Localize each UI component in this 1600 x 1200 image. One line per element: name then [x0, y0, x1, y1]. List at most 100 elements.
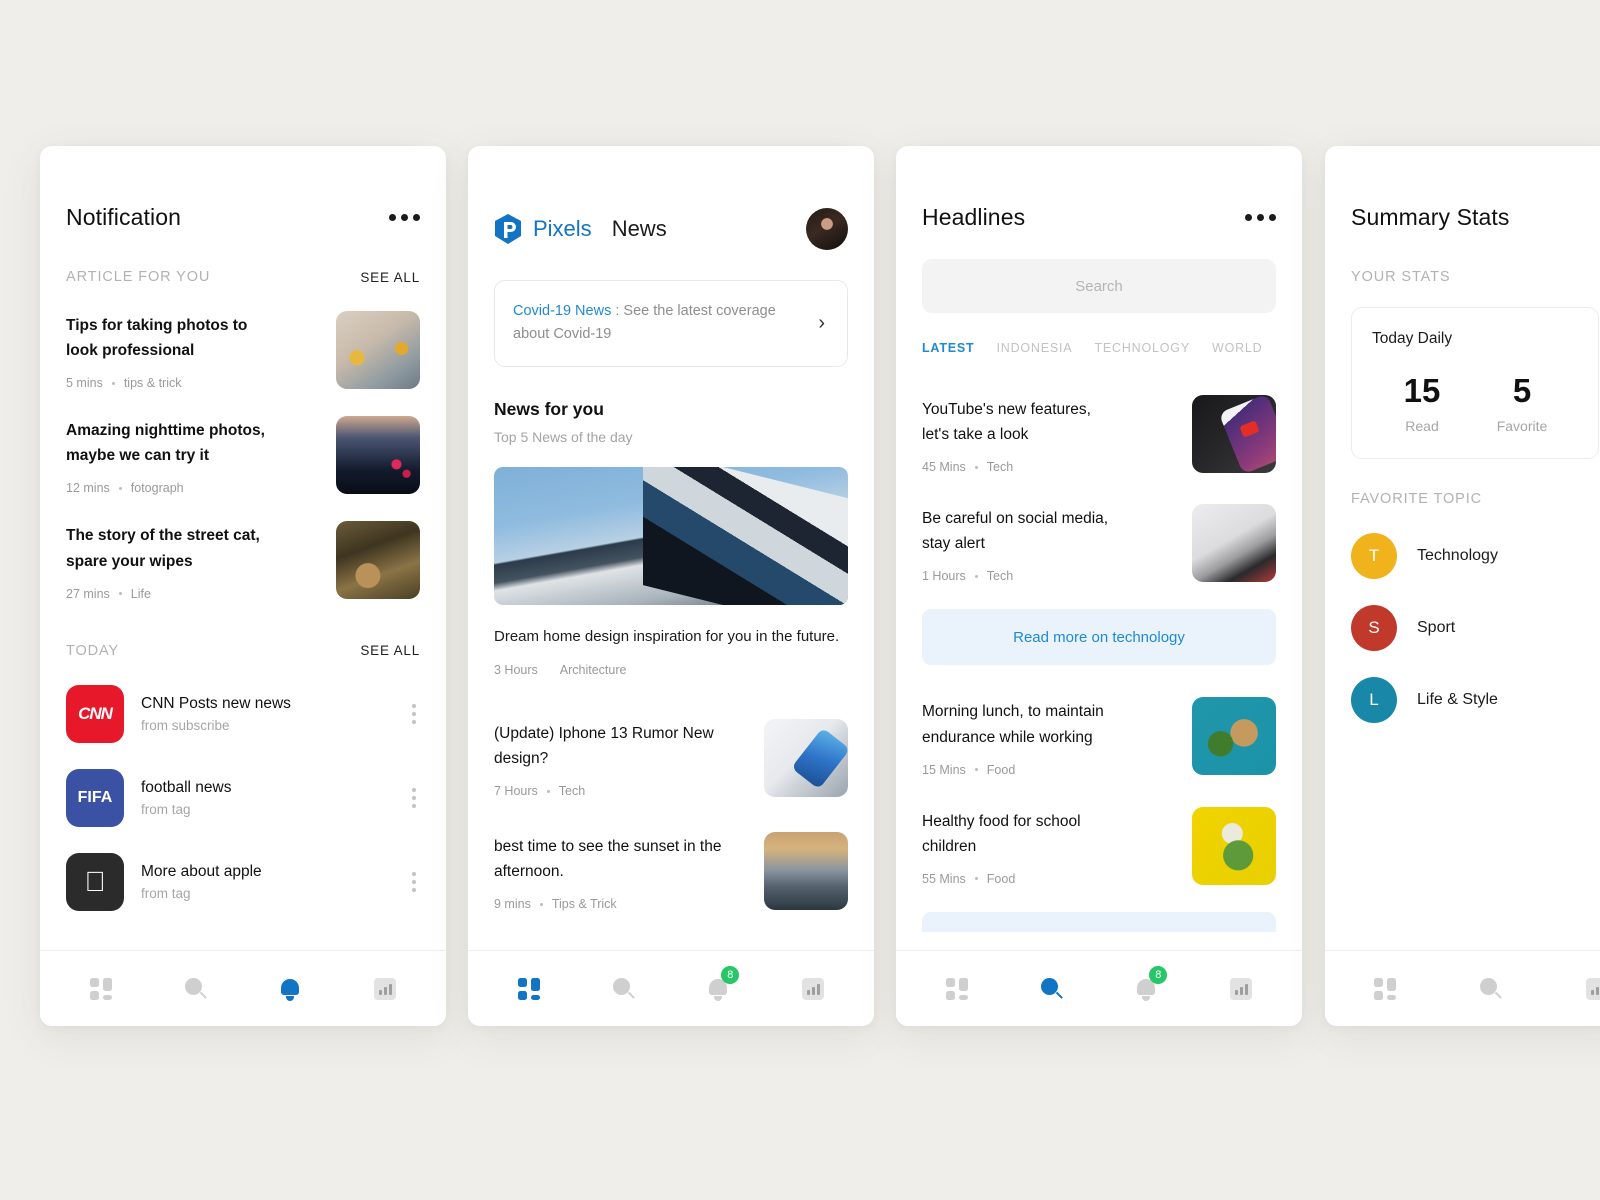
phone-notification: Notification ARTICLE FOR YOU SEE ALL Tip…	[40, 146, 446, 1026]
article-time: 9 mins	[494, 897, 531, 912]
article-title: (Update) Iphone 13 Rumor New design?	[494, 724, 714, 768]
article-meta: 5 mins tips & trick	[66, 376, 322, 390]
article-thumbnail	[1192, 806, 1276, 885]
phone-headlines: Headlines Search LATEST INDONESIA TECHNO…	[896, 146, 1302, 1026]
list-item[interactable]: S Sport	[1351, 605, 1599, 651]
nav-grid-button[interactable]	[78, 969, 124, 1009]
source-subtitle: from tag	[141, 801, 191, 817]
list-item[interactable]: Amazing nighttime photos, maybe we can t…	[66, 416, 420, 495]
article-title: Amazing nighttime photos, maybe we can t…	[66, 422, 265, 465]
nav-stats-button[interactable]	[790, 969, 836, 1009]
nav-grid-button[interactable]	[934, 969, 980, 1009]
list-item[interactable]: YouTube's new features, let's take a loo…	[922, 395, 1276, 474]
covid-link-label[interactable]: Covid-19 News	[513, 303, 611, 319]
article-category: fotograph	[130, 481, 184, 496]
stat-caption: Favorite	[1496, 418, 1548, 434]
chart-icon	[373, 977, 396, 1000]
nav-notification-button[interactable]: 8	[695, 965, 741, 1009]
see-all-button[interactable]: SEE ALL	[360, 270, 420, 285]
article-thumbnail	[764, 832, 848, 911]
see-all-button[interactable]: SEE ALL	[360, 643, 420, 658]
topic-name: Technology	[1417, 547, 1498, 564]
apple-logo: 	[66, 852, 124, 911]
article-time: 7 Hours	[494, 784, 538, 799]
nav-stats-button[interactable]	[1583, 969, 1600, 1009]
notification-header: Notification	[40, 146, 446, 231]
nav-search-button[interactable]	[1477, 969, 1505, 1009]
article-meta: 15 Mins Food	[922, 763, 1178, 777]
tab-latest[interactable]: LATEST	[922, 341, 974, 355]
nav-search-button[interactable]	[601, 969, 647, 1009]
search-icon	[1480, 977, 1502, 1000]
list-item[interactable]: Be careful on social media, stay alert 1…	[922, 504, 1276, 583]
article-category: Tech	[558, 784, 586, 799]
phone-pixels-news: Pixels News Covid-19 News : See the late…	[468, 146, 874, 1026]
list-item[interactable]: Healthy food for school children 55 Mins…	[922, 806, 1276, 886]
tab-world[interactable]: WORLD	[1212, 341, 1263, 355]
nav-stats-button[interactable]	[1218, 969, 1264, 1009]
more-vertical-icon[interactable]	[412, 871, 420, 892]
page-title: Notification	[66, 204, 181, 230]
section-article-for-you: ARTICLE FOR YOU SEE ALL	[66, 269, 420, 285]
article-title: Morning lunch, to maintain endurance whi…	[922, 703, 1104, 746]
covid-banner[interactable]: Covid-19 News : See the latest coverage …	[494, 280, 848, 367]
tab-technology[interactable]: TECHNOLOGY	[1094, 341, 1190, 355]
list-item[interactable]: L Life & Style	[1351, 677, 1599, 723]
read-more-banner-partial[interactable]	[922, 911, 1276, 932]
news-scroll-area[interactable]: Pixels News Covid-19 News : See the late…	[468, 146, 874, 950]
nav-grid-button[interactable]	[506, 969, 552, 1009]
avatar[interactable]	[806, 208, 848, 250]
more-vertical-icon[interactable]	[412, 787, 420, 808]
notification-scroll-area[interactable]: Notification ARTICLE FOR YOU SEE ALL Tip…	[40, 146, 446, 950]
list-item[interactable]:  More about apple from tag	[66, 852, 420, 911]
list-item[interactable]: The story of the street cat, spare your …	[66, 521, 420, 601]
nav-notification-button[interactable]	[267, 969, 313, 1009]
more-vertical-icon[interactable]	[412, 703, 420, 724]
article-time: 27 mins	[66, 586, 110, 601]
headlines-header: Headlines	[896, 146, 1302, 231]
dot-separator	[974, 877, 978, 881]
brand-name-primary: Pixels	[533, 216, 592, 241]
section-label: ARTICLE FOR YOU	[66, 269, 211, 285]
hero-image[interactable]	[494, 466, 848, 605]
list-item[interactable]: FIFA football news from tag	[66, 768, 420, 827]
article-thumbnail	[1192, 504, 1276, 583]
nav-notification-button[interactable]: 8	[1123, 965, 1169, 1009]
chevron-right-icon[interactable]: ›	[818, 312, 829, 335]
more-horizontal-icon[interactable]	[389, 214, 420, 221]
list-item[interactable]: (Update) Iphone 13 Rumor New design? 7 H…	[494, 718, 848, 798]
list-item[interactable]: T Technology	[1351, 533, 1599, 579]
article-category: Food	[986, 762, 1016, 777]
nav-stats-button[interactable]	[362, 969, 408, 1009]
nav-search-button[interactable]	[173, 969, 219, 1009]
grid-icon	[90, 977, 113, 1000]
topic-avatar: L	[1351, 677, 1397, 723]
nav-search-button[interactable]	[1029, 969, 1075, 1009]
headlines-scroll-area[interactable]: Headlines Search LATEST INDONESIA TECHNO…	[896, 146, 1302, 950]
list-item[interactable]: best time to see the sunset in the after…	[494, 832, 848, 911]
more-horizontal-icon[interactable]	[1245, 214, 1276, 221]
fifa-logo: FIFA	[66, 768, 124, 827]
hero-meta: 3 Hours Architecture	[494, 663, 848, 677]
bell-icon	[279, 977, 301, 1001]
search-icon	[184, 977, 207, 1000]
article-time: 1 Hours	[922, 569, 966, 584]
read-more-technology-banner[interactable]: Read more on technology	[922, 609, 1276, 666]
tab-indonesia[interactable]: INDONESIA	[996, 341, 1072, 355]
search-input[interactable]: Search	[922, 259, 1276, 313]
article-meta: 7 Hours Tech	[494, 784, 750, 798]
hero-caption: Dream home design inspiration for you in…	[494, 627, 840, 645]
today-daily-card[interactable]: Today Daily 15 Read 5 Favorite	[1351, 307, 1599, 459]
chart-icon	[1586, 977, 1600, 1000]
stats-scroll-area[interactable]: Summary Stats YOUR STATS Today Daily 15 …	[1325, 146, 1600, 950]
stats-header: Summary Stats	[1325, 146, 1600, 231]
topic-name: Life & Style	[1417, 691, 1498, 708]
list-item[interactable]: CNN CNN Posts new news from subscribe	[66, 684, 420, 743]
cnn-logo: CNN	[66, 684, 124, 743]
list-item[interactable]: Morning lunch, to maintain endurance whi…	[922, 697, 1276, 777]
nav-grid-button[interactable]	[1371, 969, 1399, 1009]
article-title: Healthy food for school children	[922, 812, 1081, 855]
hero-category: Architecture	[559, 662, 627, 677]
notification-badge: 8	[721, 965, 740, 984]
list-item[interactable]: Tips for taking photos to look professio…	[66, 311, 420, 390]
